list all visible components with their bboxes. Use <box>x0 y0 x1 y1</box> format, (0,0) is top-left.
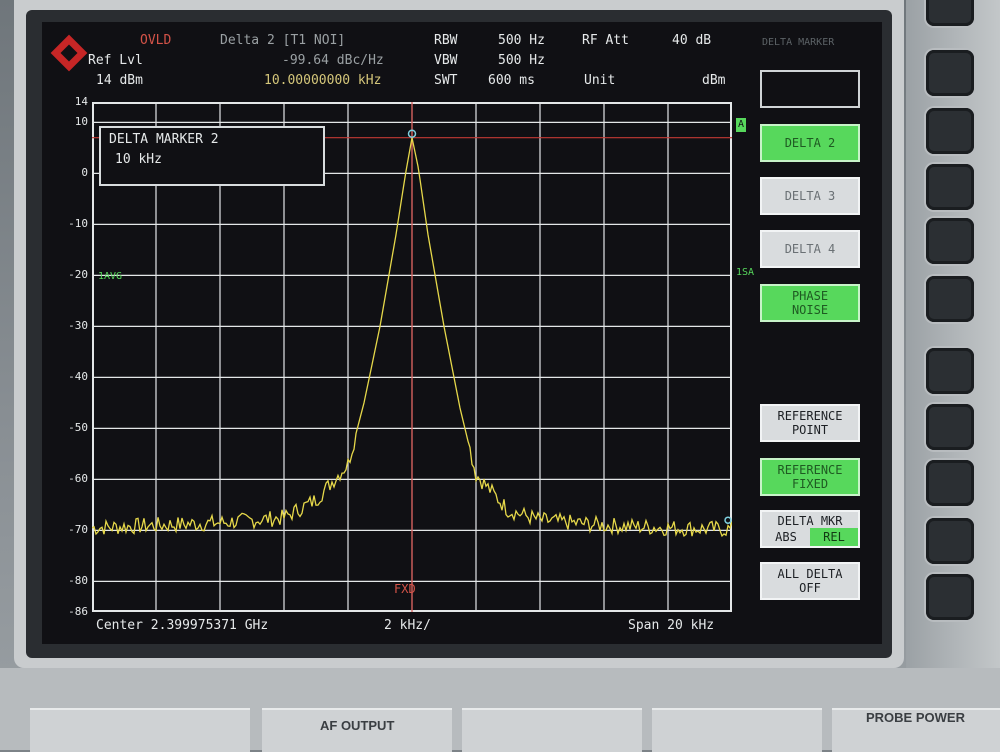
y-tick-label: 14 <box>74 95 88 108</box>
softkey-blank[interactable] <box>760 70 860 108</box>
trace-a-label: A <box>736 118 747 132</box>
y-tick-label: -20 <box>68 268 88 282</box>
ref-level-value: 14 dBm <box>96 73 143 88</box>
panel-section-mid2 <box>652 708 822 752</box>
hardware-softkey-button[interactable] <box>926 164 974 210</box>
softkey-label: DELTA 4 <box>784 242 836 256</box>
softkey-label: ALL DELTA OFF <box>777 567 843 595</box>
softkey-reference-fixed[interactable]: REFERENCE FIXED <box>760 458 860 496</box>
delta-marker-info-box: DELTA MARKER 2 10 kHz <box>99 126 325 186</box>
fxd-marker-label: FXD <box>394 582 416 596</box>
delta-marker-box-title: DELTA MARKER 2 <box>109 132 219 147</box>
brand-logo-icon <box>50 34 88 72</box>
marker-level: -99.64 dBc/Hz <box>282 53 384 68</box>
softkey-phase-noise[interactable]: PHASE NOISE <box>760 284 860 322</box>
panel-section-left <box>30 708 250 752</box>
y-tick-label: -70 <box>68 523 88 537</box>
softkey-delta-4[interactable]: DELTA 4 <box>760 230 860 268</box>
hardware-softkey-button[interactable] <box>926 218 974 264</box>
y-tick-label: -60 <box>68 472 88 486</box>
y-tick-label: 10 <box>74 115 88 129</box>
hardware-softkey-button[interactable] <box>926 348 974 394</box>
softkey-label: DELTA 3 <box>784 189 836 203</box>
softkey-delta-mkr[interactable]: DELTA MKR ABS REL <box>760 510 860 548</box>
delta-marker-box-value: 10 kHz <box>115 152 162 167</box>
y-tick-label: -80 <box>68 574 88 588</box>
trace-1avg-label: 1AVG <box>98 271 123 282</box>
swt-value: 600 ms <box>488 73 535 88</box>
hardware-softkey-button[interactable] <box>926 276 974 322</box>
softkey-label <box>762 72 858 82</box>
softkey-abs-option[interactable]: ABS <box>762 528 810 546</box>
y-tick-label: -50 <box>68 421 88 435</box>
softkey-rel-option[interactable]: REL <box>810 528 858 546</box>
softkey-delta-2[interactable]: DELTA 2 <box>760 124 860 162</box>
softkey-all-delta-off[interactable]: ALL DELTA OFF <box>760 562 860 600</box>
hardware-softkey-button[interactable] <box>926 0 974 26</box>
overload-indicator: OVLD <box>140 33 172 48</box>
y-tick-label: 0 <box>81 166 88 180</box>
hardware-softkey-button[interactable] <box>926 518 974 564</box>
softkey-label: REFERENCE POINT <box>777 409 843 437</box>
ref-level-label: Ref Lvl <box>88 53 143 68</box>
marker-frequency: 10.00000000 kHz <box>264 73 382 88</box>
frequency-division: 2 kHz/ <box>384 618 431 633</box>
y-tick-label: -86 <box>68 605 88 618</box>
marker-title: Delta 2 [T1 NOI] <box>220 33 346 48</box>
analyzer-screen: OVLD Ref Lvl 14 dBm Delta 2 [T1 NOI] -99… <box>42 22 882 644</box>
softkey-menu-title: DELTA MARKER <box>762 37 835 48</box>
hardware-softkey-button[interactable] <box>926 460 974 506</box>
y-tick-label: -30 <box>68 319 88 333</box>
unit-value: dBm <box>702 73 726 88</box>
softkey-delta-3[interactable]: DELTA 3 <box>760 177 860 215</box>
rbw-label: RBW <box>434 33 458 48</box>
hardware-softkey-button[interactable] <box>926 404 974 450</box>
rf-att-label: RF Att <box>582 33 629 48</box>
hardware-softkey-button[interactable] <box>926 574 974 620</box>
rbw-value: 500 Hz <box>498 33 545 48</box>
hardware-softkey-button[interactable] <box>926 108 974 154</box>
front-panel-bottom: AF OUTPUT PROBE POWER <box>0 668 1000 752</box>
af-output-label: AF OUTPUT <box>320 718 395 733</box>
trace-1sa-label: 1SA <box>736 267 755 278</box>
softkey-label: DELTA MKR <box>777 514 843 528</box>
hardware-softkey-button[interactable] <box>926 50 974 96</box>
rf-att-value: 40 dB <box>672 33 712 48</box>
vbw-label: VBW <box>434 53 458 68</box>
hardware-button-column <box>906 0 1000 668</box>
unit-label: Unit <box>584 73 616 88</box>
panel-section-mid <box>462 708 642 752</box>
vbw-value: 500 Hz <box>498 53 545 68</box>
swt-label: SWT <box>434 73 458 88</box>
softkey-label: PHASE NOISE <box>791 289 829 317</box>
y-tick-label: -40 <box>68 370 88 384</box>
span-frequency: Span 20 kHz <box>628 618 715 633</box>
softkey-label: REFERENCE FIXED <box>777 463 843 491</box>
softkey-label: DELTA 2 <box>784 136 836 150</box>
probe-power-label: PROBE POWER <box>866 710 965 725</box>
softkey-reference-point[interactable]: REFERENCE POINT <box>760 404 860 442</box>
y-tick-label: -10 <box>68 217 88 231</box>
center-frequency: Center 2.399975371 GHz <box>96 618 269 633</box>
